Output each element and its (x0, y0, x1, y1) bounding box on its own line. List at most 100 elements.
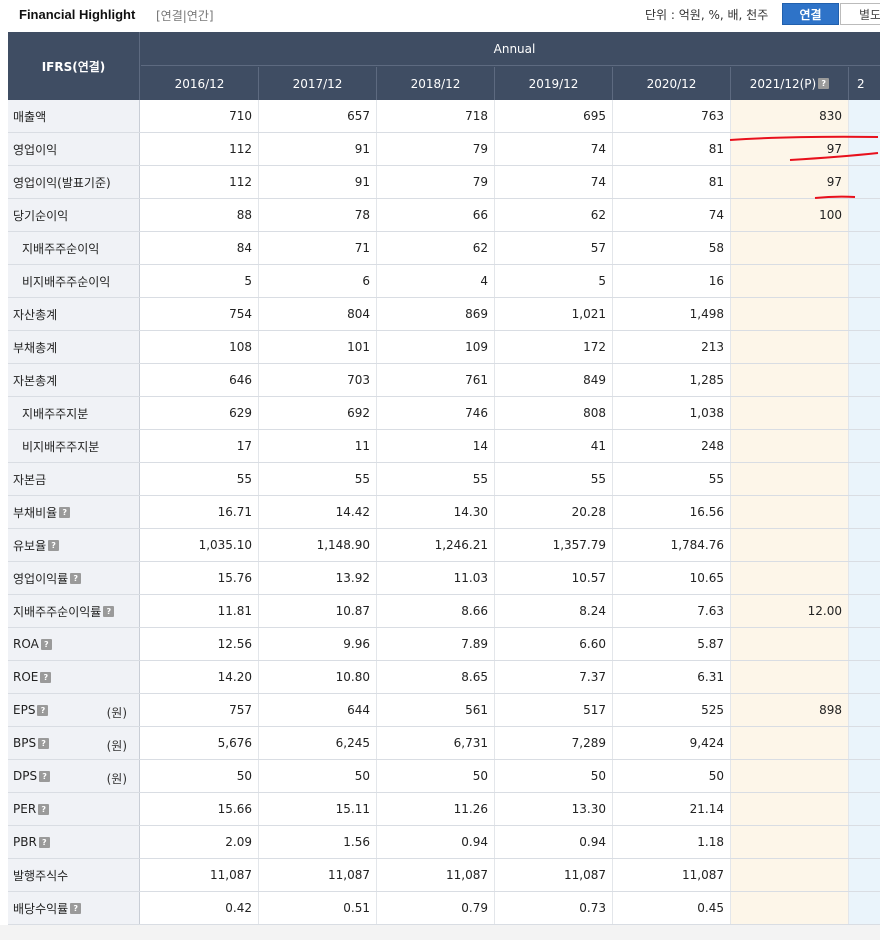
help-icon[interactable]: ? (38, 737, 50, 749)
help-icon[interactable]: ? (70, 572, 82, 584)
table-cell (849, 793, 880, 825)
row-label: 자본금 (8, 463, 140, 495)
table-cell: 2.09 (141, 826, 259, 858)
row-label-text: 지배주주순이익률 (13, 604, 102, 619)
table-cell: 0.94 (495, 826, 613, 858)
table-cell: 172 (495, 331, 613, 363)
table-cell (731, 397, 849, 429)
table-cell: 11,087 (377, 859, 495, 891)
table-row: 지배주주순이익률? 11.81 10.87 8.66 8.24 7.63 12.00 (8, 595, 880, 628)
table-cell: 13.30 (495, 793, 613, 825)
table-cell: 12.00 (731, 595, 849, 627)
help-icon[interactable]: ? (38, 836, 50, 848)
table-cell (849, 364, 880, 396)
table-cell (849, 199, 880, 231)
help-icon[interactable]: ? (39, 770, 51, 782)
row-label: 당기순이익 (8, 199, 140, 231)
table-cell: 804 (259, 298, 377, 330)
table-row: EPS? (원) 757 644 561 517 525 898 (8, 694, 880, 727)
help-icon[interactable]: ? (70, 902, 82, 914)
table-cell (849, 298, 880, 330)
table-cell: 57 (495, 232, 613, 264)
table-cell (731, 529, 849, 561)
table-cell: 109 (377, 331, 495, 363)
table-cell (849, 265, 880, 297)
table-cell: 11,087 (259, 859, 377, 891)
table-cell: 248 (613, 430, 731, 462)
help-icon[interactable]: ? (818, 78, 830, 89)
table-row: 당기순이익 88 78 66 62 74 100 (8, 199, 880, 232)
table-cell (849, 397, 880, 429)
table-row: 자본금 55 55 55 55 55 (8, 463, 880, 496)
year-label: 2018/12 (410, 76, 461, 91)
table-cell: 14.30 (377, 496, 495, 528)
table-cell (849, 595, 880, 627)
table-cell: 88 (141, 199, 259, 231)
help-icon[interactable]: ? (48, 539, 60, 551)
help-icon[interactable]: ? (59, 506, 71, 518)
tab-separate[interactable]: 별도 (840, 3, 880, 25)
tab-consolidated[interactable]: 연결 (782, 3, 839, 25)
row-label-text: 지배주주순이익 (22, 241, 100, 256)
table-cell: 1,148.90 (259, 529, 377, 561)
header-annual: Annual (141, 32, 880, 66)
table-row: PER? 15.66 15.11 11.26 13.30 21.14 (8, 793, 880, 826)
table-cell (731, 661, 849, 693)
table-cell: 898 (731, 694, 849, 726)
table-cell: 6.31 (613, 661, 731, 693)
row-label-text: 영업이익률 (13, 571, 69, 586)
help-icon[interactable]: ? (37, 704, 49, 716)
table-cell: 213 (613, 331, 731, 363)
table-cell: 55 (377, 463, 495, 495)
year-label: 2020/12 (646, 76, 697, 91)
table-cell (849, 331, 880, 363)
table-cell: 15.11 (259, 793, 377, 825)
table-cell: 14.20 (141, 661, 259, 693)
year-label: 2019/12 (528, 76, 579, 91)
table-cell: 1,784.76 (613, 529, 731, 561)
help-icon[interactable]: ? (40, 638, 52, 650)
table-cell: 5 (495, 265, 613, 297)
row-label: 지배주주순이익률? (8, 595, 140, 627)
table-cell (849, 232, 880, 264)
help-icon[interactable]: ? (40, 671, 52, 683)
table-cell: 7.63 (613, 595, 731, 627)
table-cell: 1,285 (613, 364, 731, 396)
help-icon[interactable]: ? (103, 605, 115, 617)
row-label: PBR? (8, 826, 140, 858)
table-cell: 81 (613, 166, 731, 198)
table-cell: 695 (495, 100, 613, 132)
row-label-text: 비지배주주지분 (22, 439, 100, 454)
table-cell: 50 (141, 760, 259, 792)
table-cell (731, 463, 849, 495)
row-label: 자본총계 (8, 364, 140, 396)
year-header: 2018/12 (377, 67, 495, 100)
help-icon[interactable]: ? (38, 803, 50, 815)
table-cell: 11 (259, 430, 377, 462)
table-cell: 79 (377, 166, 495, 198)
table-cell: 10.65 (613, 562, 731, 594)
table-cell: 644 (259, 694, 377, 726)
table-cell: 808 (495, 397, 613, 429)
table-cell: 7,289 (495, 727, 613, 759)
table-row: 발행주식수 11,087 11,087 11,087 11,087 11,087 (8, 859, 880, 892)
table-cell: 84 (141, 232, 259, 264)
top-bar: Financial Highlight [연결|연간] 단위 : 억원, %, … (0, 0, 880, 32)
row-label-text: 당기순이익 (13, 208, 69, 223)
row-label-text: 비지배주주순이익 (22, 274, 111, 289)
table-cell: 74 (495, 166, 613, 198)
table-cell: 14.42 (259, 496, 377, 528)
row-label-text: 배당수익률 (13, 901, 69, 916)
table-row: 부채총계 108 101 109 172 213 (8, 331, 880, 364)
table-cell: 71 (259, 232, 377, 264)
year-label: 2 (857, 76, 865, 91)
table-row: ROA? 12.56 9.96 7.89 6.60 5.87 (8, 628, 880, 661)
table-cell: 763 (613, 100, 731, 132)
year-header: 2017/12 (259, 67, 377, 100)
year-header: 2020/12 (613, 67, 731, 100)
table-cell: 50 (377, 760, 495, 792)
table-cell: 97 (731, 166, 849, 198)
table-row: 지배주주지분 629 692 746 808 1,038 (8, 397, 880, 430)
row-label: ROE? (8, 661, 140, 693)
table-cell (849, 727, 880, 759)
